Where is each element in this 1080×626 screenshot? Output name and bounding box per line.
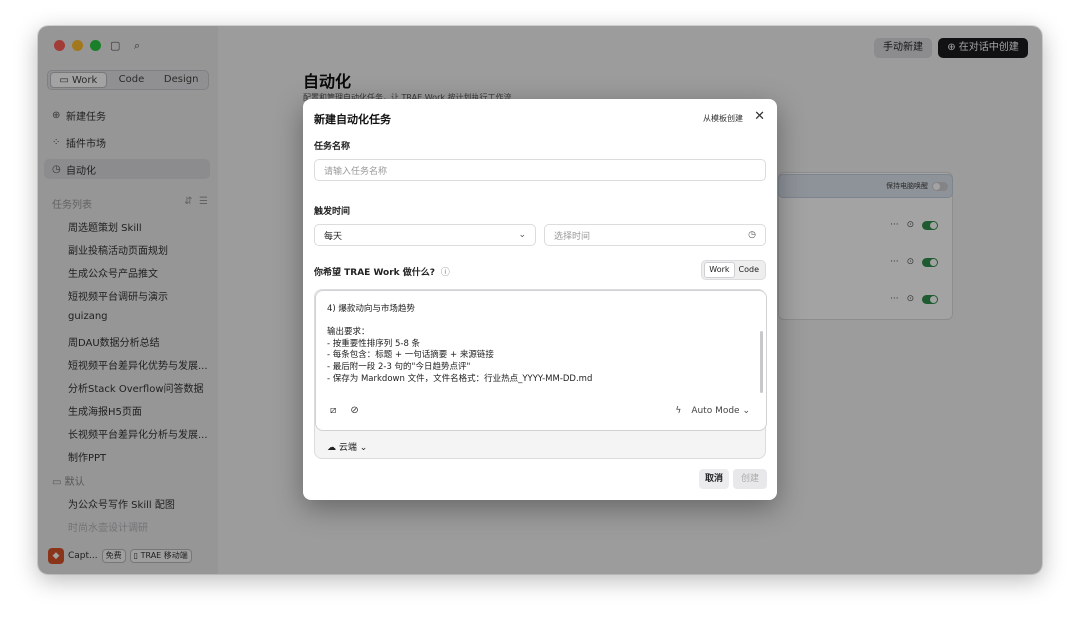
agent-option-code[interactable]: Code [735,263,763,277]
cancel-button[interactable]: 取消 [699,469,729,489]
dialog-title: 新建自动化任务 [314,113,391,126]
prompt-text[interactable]: 4) 爆款动向与市场趋势 输出要求： - 按重要性排序列 5-8 条 - 每条包… [327,304,757,385]
mode-selector: ϟ Auto Mode ⌄ [675,406,750,416]
auto-mode-dropdown[interactable]: Auto Mode ⌄ [691,406,750,416]
prompt-scrollbar[interactable] [760,331,763,393]
task-name-label: 任务名称 [314,142,351,152]
environment-selector[interactable]: ☁ 云端 ⌄ [327,440,367,453]
create-button[interactable]: 创建 [733,469,767,489]
editor-tools: ⧄ ⊘ [330,405,359,416]
new-automation-dialog: 新建自动化任务 从模板创建 ✕ 任务名称 请输入任务名称 触发时间 每天 ⌄ 选择… [303,99,777,500]
info-icon[interactable]: ⓘ [441,268,450,278]
task-name-input[interactable]: 请输入任务名称 [314,159,766,181]
attachment-icon[interactable]: ⊘ [350,405,358,416]
prompt-label: 你希望 TRAE Work 做什么? ⓘ [314,268,450,278]
close-icon[interactable]: ✕ [754,109,765,124]
trigger-time-label: 触发时间 [314,207,351,217]
slash-command-icon[interactable]: ⧄ [330,405,336,416]
cloud-icon: ☁ [327,443,339,453]
chevron-down-icon: ⌄ [518,230,526,240]
clock-icon: ◷ [748,230,756,240]
time-picker[interactable]: 选择时间 ◷ [544,224,766,246]
lightning-icon: ϟ [675,406,682,416]
agent-switcher: Work Code [701,260,766,280]
create-from-template-link[interactable]: 从模板创建 [703,113,743,124]
prompt-input-area[interactable]: 4) 爆款动向与市场趋势 输出要求： - 按重要性排序列 5-8 条 - 每条包… [315,290,767,431]
frequency-select[interactable]: 每天 ⌄ [314,224,536,246]
agent-option-work[interactable]: Work [704,262,735,278]
prompt-editor: 4) 爆款动向与市场趋势 输出要求： - 按重要性排序列 5-8 条 - 每条包… [314,289,767,459]
